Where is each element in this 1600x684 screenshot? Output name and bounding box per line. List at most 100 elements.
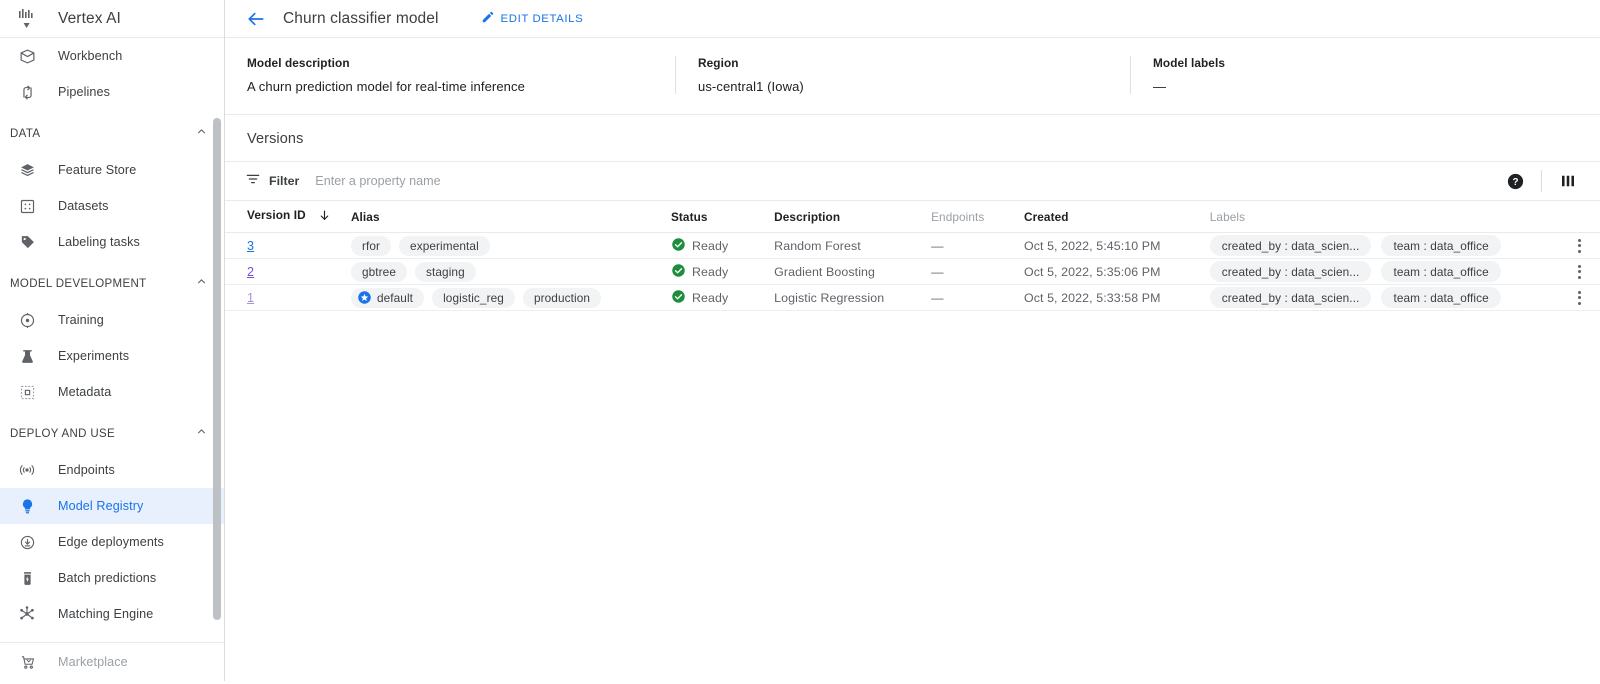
endpoints-icon [14, 461, 40, 479]
endpoints-value: — [931, 238, 944, 253]
sidebar-section-deploy-and-use[interactable]: DEPLOY AND USE [0, 416, 224, 452]
star-circle-icon [357, 290, 372, 305]
col-header-status[interactable]: Status [670, 201, 775, 233]
model-labels-value: — [1153, 79, 1167, 94]
endpoints-value: — [931, 264, 944, 279]
model-labels-block: Model labels — [1130, 56, 1510, 94]
col-header-version-id[interactable]: Version ID [225, 201, 351, 233]
table-row[interactable]: 3 rfor experimental Ready Random Forest … [225, 232, 1600, 259]
cell-labels: created_by : data_scien... team : data_o… [1209, 284, 1559, 311]
pipelines-icon [14, 84, 40, 101]
cell-alias: gbtree staging [350, 258, 671, 285]
label-chip-group: created_by : data_scien... team : data_o… [1209, 235, 1559, 256]
model-description-block: Model description A churn prediction mod… [225, 56, 675, 94]
sidebar-item-model-registry[interactable]: Model Registry [0, 488, 224, 524]
cell-created: Oct 5, 2022, 5:33:58 PM [1023, 284, 1210, 311]
experiments-icon [14, 348, 40, 365]
app-root: Vertex AI Workbench Pipelines DATA Featu… [0, 0, 1600, 684]
endpoints-value: — [931, 290, 944, 305]
alias-chip[interactable]: production [522, 287, 602, 308]
sidebar-bottom-area: Marketplace [0, 642, 224, 682]
sidebar: Vertex AI Workbench Pipelines DATA Featu… [0, 0, 225, 684]
more-vert-icon[interactable] [1559, 264, 1600, 279]
sidebar-scrollbar[interactable] [213, 118, 221, 620]
alias-chip[interactable]: rfor [350, 235, 392, 256]
cell-created: Oct 5, 2022, 5:45:10 PM [1023, 232, 1210, 259]
sidebar-item-label: Edge deployments [58, 535, 164, 549]
filter-input[interactable] [313, 173, 734, 189]
cell-version-id: 3 [225, 232, 351, 259]
table-row[interactable]: 1 default logistic_reg production Ready … [225, 284, 1600, 311]
edit-details-button[interactable]: EDIT DETAILS [481, 10, 584, 27]
sidebar-item-datasets[interactable]: Datasets [0, 188, 224, 224]
help-circle-icon[interactable]: ? [1497, 163, 1533, 199]
sidebar-item-endpoints[interactable]: Endpoints [0, 452, 224, 488]
cell-version-id: 1 [225, 284, 351, 311]
sidebar-item-experiments[interactable]: Experiments [0, 338, 224, 374]
cell-description: Random Forest [774, 232, 932, 259]
sidebar-item-matching-engine[interactable]: Matching Engine [0, 596, 224, 632]
sidebar-section-label: DATA [10, 128, 41, 140]
version-id-link[interactable]: 1 [247, 291, 254, 305]
more-vert-icon[interactable] [1559, 238, 1600, 253]
region-block: Region us-central1 (Iowa) [675, 56, 1130, 94]
version-id-link[interactable]: 2 [247, 265, 254, 279]
edit-details-label: EDIT DETAILS [500, 12, 584, 25]
svg-text:?: ? [1512, 176, 1518, 187]
label-chip-group: created_by : data_scien... team : data_o… [1209, 261, 1559, 282]
filter-bar-actions: ? [1497, 163, 1586, 199]
label-chip[interactable]: created_by : data_scien... [1209, 235, 1372, 256]
alias-chip[interactable]: logistic_reg [432, 287, 515, 308]
check-circle-icon [671, 263, 686, 281]
label-chip[interactable]: team : data_office [1381, 235, 1501, 256]
alias-chip[interactable]: gbtree [350, 261, 407, 282]
label-chip[interactable]: created_by : data_scien... [1209, 287, 1372, 308]
col-header-description[interactable]: Description [774, 201, 932, 233]
cell-actions [1558, 258, 1600, 285]
back-arrow-icon[interactable] [243, 6, 269, 32]
sidebar-item-labeling-tasks[interactable]: Labeling tasks [0, 224, 224, 260]
sidebar-item-batch-predictions[interactable]: Batch predictions [0, 560, 224, 596]
col-header-actions [1558, 201, 1600, 233]
filter-button[interactable]: Filter [245, 171, 299, 192]
sidebar-section-label: MODEL DEVELOPMENT [10, 278, 147, 290]
sidebar-item-edge-deployments[interactable]: Edge deployments [0, 524, 224, 560]
filter-label: Filter [269, 174, 300, 188]
alias-chip-group: default logistic_reg production [350, 287, 671, 308]
col-header-created[interactable]: Created [1023, 201, 1210, 233]
table-header-row: Version ID Alias Status Description Endp… [225, 201, 1600, 233]
label-chip[interactable]: team : data_office [1381, 287, 1501, 308]
region-value: us-central1 (Iowa) [698, 79, 804, 94]
sidebar-item-pipelines[interactable]: Pipelines [0, 74, 224, 110]
alias-chip[interactable]: experimental [399, 235, 490, 256]
sidebar-item-marketplace[interactable]: Marketplace [0, 643, 224, 681]
sidebar-section-model-development[interactable]: MODEL DEVELOPMENT [0, 266, 224, 302]
version-id-link[interactable]: 3 [247, 239, 254, 253]
sidebar-item-training[interactable]: Training [0, 302, 224, 338]
table-row[interactable]: 2 gbtree staging Ready Gradient Boosting… [225, 258, 1600, 285]
column-settings-icon[interactable] [1550, 163, 1586, 199]
sidebar-item-workbench[interactable]: Workbench [0, 38, 224, 74]
alias-chip-default[interactable]: default [350, 287, 425, 308]
sort-arrow-down-icon[interactable] [318, 209, 331, 225]
check-circle-icon [671, 237, 686, 255]
more-vert-icon[interactable] [1559, 290, 1600, 305]
sidebar-section-data[interactable]: DATA [0, 116, 224, 152]
col-header-alias[interactable]: Alias [350, 201, 671, 233]
label-chip[interactable]: team : data_office [1381, 261, 1501, 282]
col-header-endpoints[interactable]: Endpoints [931, 201, 1024, 233]
brand-header[interactable]: Vertex AI [0, 0, 224, 38]
cell-labels: created_by : data_scien... team : data_o… [1209, 258, 1559, 285]
alias-chip[interactable]: staging [415, 261, 476, 282]
model-registry-icon [14, 498, 40, 515]
label-chip-group: created_by : data_scien... team : data_o… [1209, 287, 1559, 308]
label-chip[interactable]: created_by : data_scien... [1209, 261, 1372, 282]
page-topbar: Churn classifier model EDIT DETAILS [225, 0, 1600, 38]
sidebar-item-metadata[interactable]: Metadata [0, 374, 224, 410]
status-label: Ready [691, 290, 729, 305]
sidebar-item-label: Pipelines [58, 85, 111, 99]
sidebar-section-label: DEPLOY AND USE [10, 428, 116, 440]
col-header-label: Labels [1209, 209, 1246, 224]
col-header-labels[interactable]: Labels [1209, 201, 1559, 233]
sidebar-item-feature-store[interactable]: Feature Store [0, 152, 224, 188]
